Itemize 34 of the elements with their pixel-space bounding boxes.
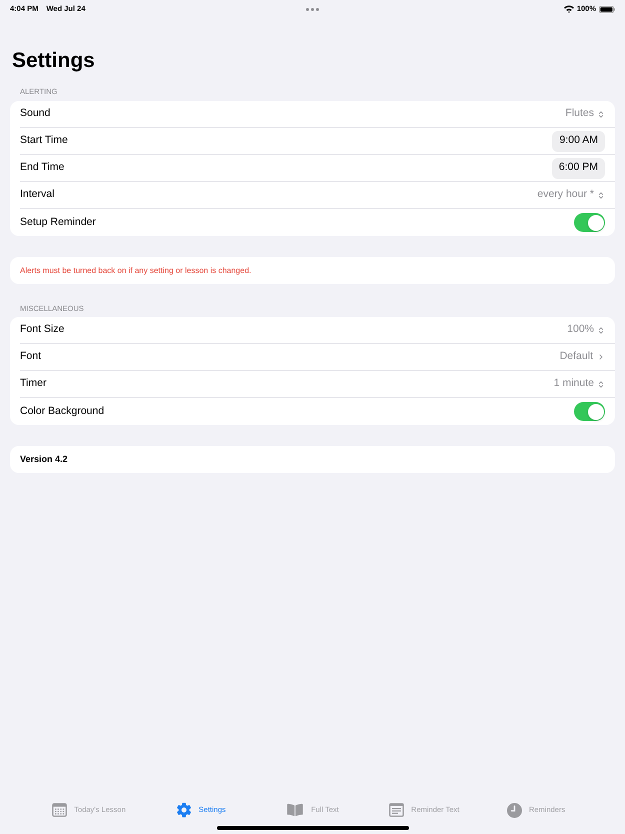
picker-button[interactable]: 1 minute bbox=[554, 376, 605, 392]
row-label: Start Time bbox=[20, 133, 68, 148]
more-dots-icon bbox=[306, 8, 319, 10]
time-button[interactable]: 9:00 AM bbox=[552, 130, 605, 152]
row-label: Font Size bbox=[20, 322, 64, 338]
page-title: Settings bbox=[12, 48, 95, 73]
clock-icon bbox=[506, 802, 522, 818]
calendar-icon bbox=[52, 803, 68, 817]
version-text: Version 4.2 bbox=[20, 452, 68, 466]
up-down-chevron-icon bbox=[597, 110, 605, 118]
settings-icon bbox=[176, 802, 192, 818]
up-down-chevron-icon bbox=[597, 190, 605, 200]
row-label: Color Background bbox=[20, 404, 104, 419]
wifi-icon bbox=[564, 5, 574, 13]
time-button[interactable]: 6:00 PM bbox=[552, 158, 605, 178]
document-icon bbox=[389, 803, 404, 817]
picker-button[interactable]: every hour * bbox=[537, 187, 605, 203]
row-label: Interval bbox=[20, 187, 54, 202]
up-down-chevron-icon bbox=[597, 326, 605, 334]
toggle-switch[interactable] bbox=[574, 402, 605, 421]
book-icon bbox=[286, 803, 304, 817]
up-down-chevron-icon bbox=[597, 380, 605, 388]
toggle-switch[interactable] bbox=[574, 213, 605, 232]
row-label: Font bbox=[20, 349, 42, 364]
row-label: End Time bbox=[20, 160, 64, 176]
chevron-right-icon bbox=[597, 352, 605, 362]
row-label: Timer bbox=[20, 376, 46, 392]
row-label: Setup Reminder bbox=[20, 214, 96, 230]
battery-icon bbox=[599, 6, 615, 12]
row-label: Sound bbox=[20, 106, 50, 122]
value-link[interactable]: Default bbox=[560, 349, 605, 365]
warning-text: Alerts must be turned back on if any setting or lesson is changed. bbox=[20, 264, 252, 276]
picker-button[interactable]: Flutes bbox=[565, 106, 605, 122]
picker-button[interactable]: 100% bbox=[567, 322, 605, 338]
